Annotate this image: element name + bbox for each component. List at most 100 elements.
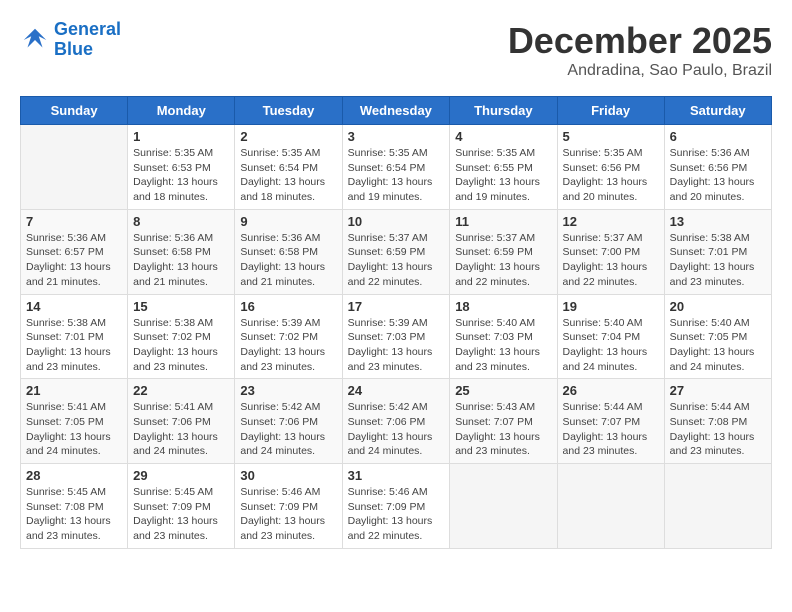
calendar-cell: [557, 464, 664, 549]
calendar-cell: 21Sunrise: 5:41 AM Sunset: 7:05 PM Dayli…: [21, 379, 128, 464]
day-number: 24: [348, 383, 445, 398]
day-header-sunday: Sunday: [21, 97, 128, 125]
week-row-4: 21Sunrise: 5:41 AM Sunset: 7:05 PM Dayli…: [21, 379, 772, 464]
location-title: Andradina, Sao Paulo, Brazil: [508, 62, 772, 80]
day-number: 26: [563, 383, 659, 398]
cell-content: Sunrise: 5:37 AM Sunset: 6:59 PM Dayligh…: [348, 231, 445, 290]
day-header-thursday: Thursday: [450, 97, 557, 125]
calendar-table: SundayMondayTuesdayWednesdayThursdayFrid…: [20, 96, 772, 549]
day-number: 19: [563, 299, 659, 314]
day-header-monday: Monday: [128, 97, 235, 125]
calendar-cell: 10 Sunrise: 5:37 AM Sunset: 6:59 PM Dayli…: [342, 209, 450, 294]
day-number: 13: [670, 214, 766, 229]
cell-content: Sunrise: 5:35 AM Sunset: 6:54 PM Dayligh…: [348, 146, 445, 205]
day-number: 18: [455, 299, 551, 314]
cell-content: Sunrise: 5:40 AM Sunset: 7:03 PM Dayligh…: [455, 316, 551, 375]
day-header-saturday: Saturday: [664, 97, 771, 125]
cell-content: Sunrise: 5:43 AM Sunset: 7:07 PM Dayligh…: [455, 400, 551, 459]
calendar-cell: [21, 125, 128, 210]
month-title: December 2025: [508, 20, 772, 62]
cell-content: Sunrise: 5:37 AM Sunset: 7:00 PM Dayligh…: [563, 231, 659, 290]
day-number: 1: [133, 129, 229, 144]
calendar-cell: 15 Sunrise: 5:38 AM Sunset: 7:02 PM Dayli…: [128, 294, 235, 379]
cell-content: Sunrise: 5:41 AM Sunset: 7:06 PM Dayligh…: [133, 400, 229, 459]
week-row-2: 7Sunrise: 5:36 AM Sunset: 6:57 PM Daylig…: [21, 209, 772, 294]
cell-content: Sunrise: 5:45 AM Sunset: 7:09 PM Dayligh…: [133, 485, 229, 544]
cell-content: Sunrise: 5:36 AM Sunset: 6:58 PM Dayligh…: [240, 231, 336, 290]
calendar-cell: 31 Sunrise: 5:46 AM Sunset: 7:09 PM Dayli…: [342, 464, 450, 549]
calendar-cell: 9 Sunrise: 5:36 AM Sunset: 6:58 PM Daylig…: [235, 209, 342, 294]
calendar-cell: [664, 464, 771, 549]
day-number: 30: [240, 468, 336, 483]
day-number: 15: [133, 299, 229, 314]
cell-content: Sunrise: 5:36 AM Sunset: 6:57 PM Dayligh…: [26, 231, 122, 290]
page-header: General Blue December 2025 Andradina, Sa…: [20, 20, 772, 80]
cell-content: Sunrise: 5:37 AM Sunset: 6:59 PM Dayligh…: [455, 231, 551, 290]
logo-text: General Blue: [54, 20, 121, 60]
calendar-cell: 5Sunrise: 5:35 AM Sunset: 6:56 PM Daylig…: [557, 125, 664, 210]
calendar-cell: 29 Sunrise: 5:45 AM Sunset: 7:09 PM Dayli…: [128, 464, 235, 549]
week-row-3: 14 Sunrise: 5:38 AM Sunset: 7:01 PM Dayli…: [21, 294, 772, 379]
calendar-cell: 25Sunrise: 5:43 AM Sunset: 7:07 PM Dayli…: [450, 379, 557, 464]
day-number: 5: [563, 129, 659, 144]
day-number: 28: [26, 468, 122, 483]
day-number: 20: [670, 299, 766, 314]
week-row-5: 28 Sunrise: 5:45 AM Sunset: 7:08 PM Dayli…: [21, 464, 772, 549]
cell-content: Sunrise: 5:44 AM Sunset: 7:08 PM Dayligh…: [670, 400, 766, 459]
calendar-cell: 3 Sunrise: 5:35 AM Sunset: 6:54 PM Daylig…: [342, 125, 450, 210]
day-header-friday: Friday: [557, 97, 664, 125]
calendar-cell: 23Sunrise: 5:42 AM Sunset: 7:06 PM Dayli…: [235, 379, 342, 464]
day-number: 9: [240, 214, 336, 229]
calendar-cell: 2 Sunrise: 5:35 AM Sunset: 6:54 PM Daylig…: [235, 125, 342, 210]
cell-content: Sunrise: 5:40 AM Sunset: 7:05 PM Dayligh…: [670, 316, 766, 375]
cell-content: Sunrise: 5:42 AM Sunset: 7:06 PM Dayligh…: [348, 400, 445, 459]
day-number: 21: [26, 383, 122, 398]
day-number: 2: [240, 129, 336, 144]
logo-icon: [20, 25, 50, 55]
cell-content: Sunrise: 5:40 AM Sunset: 7:04 PM Dayligh…: [563, 316, 659, 375]
calendar-cell: 17 Sunrise: 5:39 AM Sunset: 7:03 PM Dayli…: [342, 294, 450, 379]
day-number: 3: [348, 129, 445, 144]
day-number: 17: [348, 299, 445, 314]
calendar-cell: 16 Sunrise: 5:39 AM Sunset: 7:02 PM Dayli…: [235, 294, 342, 379]
day-header-tuesday: Tuesday: [235, 97, 342, 125]
cell-content: Sunrise: 5:44 AM Sunset: 7:07 PM Dayligh…: [563, 400, 659, 459]
calendar-cell: 24 Sunrise: 5:42 AM Sunset: 7:06 PM Dayli…: [342, 379, 450, 464]
day-number: 29: [133, 468, 229, 483]
cell-content: Sunrise: 5:36 AM Sunset: 6:56 PM Dayligh…: [670, 146, 766, 205]
day-number: 31: [348, 468, 445, 483]
day-number: 4: [455, 129, 551, 144]
cell-content: Sunrise: 5:39 AM Sunset: 7:02 PM Dayligh…: [240, 316, 336, 375]
calendar-cell: 11 Sunrise: 5:37 AM Sunset: 6:59 PM Dayli…: [450, 209, 557, 294]
calendar-cell: 6 Sunrise: 5:36 AM Sunset: 6:56 PM Daylig…: [664, 125, 771, 210]
day-number: 12: [563, 214, 659, 229]
calendar-cell: 22 Sunrise: 5:41 AM Sunset: 7:06 PM Dayli…: [128, 379, 235, 464]
cell-content: Sunrise: 5:38 AM Sunset: 7:02 PM Dayligh…: [133, 316, 229, 375]
cell-content: Sunrise: 5:35 AM Sunset: 6:53 PM Dayligh…: [133, 146, 229, 205]
cell-content: Sunrise: 5:45 AM Sunset: 7:08 PM Dayligh…: [26, 485, 122, 544]
cell-content: Sunrise: 5:38 AM Sunset: 7:01 PM Dayligh…: [26, 316, 122, 375]
calendar-cell: [450, 464, 557, 549]
cell-content: Sunrise: 5:39 AM Sunset: 7:03 PM Dayligh…: [348, 316, 445, 375]
day-number: 16: [240, 299, 336, 314]
day-number: 10: [348, 214, 445, 229]
day-number: 22: [133, 383, 229, 398]
day-number: 6: [670, 129, 766, 144]
cell-content: Sunrise: 5:42 AM Sunset: 7:06 PM Dayligh…: [240, 400, 336, 459]
week-row-1: 1 Sunrise: 5:35 AM Sunset: 6:53 PM Daylig…: [21, 125, 772, 210]
cell-content: Sunrise: 5:35 AM Sunset: 6:54 PM Dayligh…: [240, 146, 336, 205]
day-number: 14: [26, 299, 122, 314]
title-section: December 2025 Andradina, Sao Paulo, Braz…: [508, 20, 772, 80]
calendar-cell: 8Sunrise: 5:36 AM Sunset: 6:58 PM Daylig…: [128, 209, 235, 294]
days-header: SundayMondayTuesdayWednesdayThursdayFrid…: [21, 97, 772, 125]
calendar-cell: 26 Sunrise: 5:44 AM Sunset: 7:07 PM Dayli…: [557, 379, 664, 464]
calendar-cell: 18 Sunrise: 5:40 AM Sunset: 7:03 PM Dayli…: [450, 294, 557, 379]
calendar-cell: 27Sunrise: 5:44 AM Sunset: 7:08 PM Dayli…: [664, 379, 771, 464]
calendar-cell: 30Sunrise: 5:46 AM Sunset: 7:09 PM Dayli…: [235, 464, 342, 549]
cell-content: Sunrise: 5:46 AM Sunset: 7:09 PM Dayligh…: [348, 485, 445, 544]
day-number: 11: [455, 214, 551, 229]
calendar-cell: 14 Sunrise: 5:38 AM Sunset: 7:01 PM Dayli…: [21, 294, 128, 379]
day-number: 8: [133, 214, 229, 229]
cell-content: Sunrise: 5:35 AM Sunset: 6:55 PM Dayligh…: [455, 146, 551, 205]
day-header-wednesday: Wednesday: [342, 97, 450, 125]
